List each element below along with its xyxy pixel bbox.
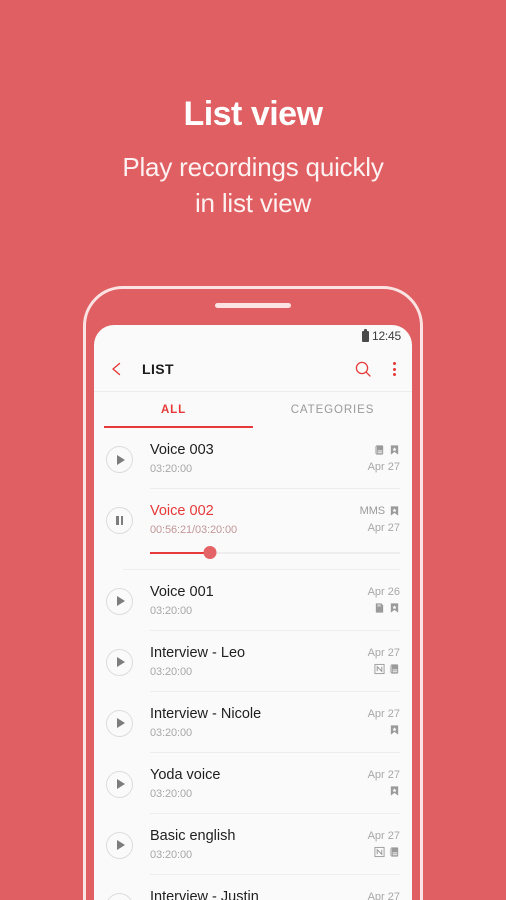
recording-badges: MMS [360, 505, 400, 517]
memo-icon [389, 847, 399, 857]
bookmark-icon [390, 603, 399, 613]
promo-screenshot: List view Play recordings quickly in lis… [0, 0, 506, 900]
play-icon[interactable] [106, 587, 133, 615]
status-bar-clock: 12:45 [371, 329, 401, 343]
promo-subtitle-line-1: Play recordings quickly [122, 152, 384, 183]
status-bar: 12:45 [94, 325, 412, 347]
table-row[interactable]: Yoda voice 03:20:00 Apr 27 [94, 753, 412, 814]
play-icon[interactable] [106, 648, 133, 676]
bookmark-icon [390, 786, 399, 796]
table-row[interactable]: Interview - Nicole 03:20:00 Apr 27 [94, 692, 412, 753]
memo-icon [389, 664, 399, 674]
app-bar: LIST [94, 347, 412, 391]
recording-title: Voice 003 [150, 442, 214, 458]
recording-badges [374, 444, 400, 456]
phone-screen: 12:45 LIST ALL CATEGORIES Voice 003 03:2… [94, 325, 412, 900]
table-row[interactable]: Voice 002 00:56:21/03:20:00 MMS Apr 27 [94, 489, 412, 549]
search-icon[interactable] [354, 360, 373, 379]
promo-title: List view [183, 95, 323, 133]
bookmark-icon [390, 506, 399, 516]
recording-badges [389, 724, 400, 736]
recording-badges [374, 846, 400, 858]
recording-badges [374, 602, 400, 614]
recording-title: Voice 001 [150, 583, 214, 600]
table-row[interactable]: Interview - Leo 03:20:00 Apr 27 [94, 631, 412, 692]
recording-title: Interview - Justin [150, 888, 259, 900]
play-icon[interactable] [106, 770, 133, 798]
promo-subtitle-line-2: in list view [194, 187, 312, 218]
progress-fill [150, 551, 210, 554]
recording-duration: 03:20:00 [150, 787, 193, 800]
recording-date: Apr 27 [367, 890, 400, 900]
recording-duration: 03:20:00 [150, 462, 193, 475]
recording-date: Apr 27 [367, 829, 400, 842]
recording-duration: 03:20:00 [150, 604, 193, 617]
recording-title: Interview - Nicole [150, 705, 262, 722]
tab-all[interactable]: ALL [94, 392, 253, 428]
recording-duration: 03:20:00 [150, 665, 193, 678]
recording-date: Apr 27 [367, 768, 400, 781]
recording-title: Voice 002 [150, 502, 214, 519]
table-row[interactable]: Voice 001 03:20:00 Apr 26 [94, 570, 412, 631]
recording-duration: 03:20:00 [150, 848, 193, 861]
recording-date: Apr 27 [367, 646, 400, 659]
recording-date: Apr 26 [367, 585, 400, 598]
promo-subtitle: Play recordings quickly in list view [0, 150, 506, 221]
battery-icon [361, 328, 369, 342]
recording-title: Interview - Leo [150, 644, 246, 661]
recording-date: Apr 27 [367, 707, 400, 720]
bookmark-icon [390, 445, 399, 455]
recording-position: 00:56:21/03:20:00 [150, 523, 237, 536]
recording-title: Basic english [150, 827, 236, 844]
play-icon[interactable] [106, 709, 133, 737]
app-bar-actions [354, 360, 402, 379]
play-icon[interactable] [106, 446, 133, 473]
recording-badges [389, 785, 400, 797]
pause-icon[interactable] [106, 506, 133, 534]
recording-date: Apr 27 [367, 461, 400, 473]
recording-title: Yoda voice [150, 766, 221, 783]
memo-icon [374, 445, 384, 455]
table-row[interactable]: Basic english 03:20:00 Apr 27 [94, 814, 412, 875]
tab-bar: ALL CATEGORIES [94, 391, 412, 428]
more-options-icon[interactable] [386, 360, 402, 379]
page-title: LIST [142, 361, 174, 377]
promo-text-block: List view Play recordings quickly in lis… [0, 95, 506, 221]
progress-thumb[interactable] [203, 546, 217, 560]
recording-badges [374, 663, 400, 675]
nfc-tag-icon [374, 663, 385, 674]
bookmark-icon [390, 725, 399, 735]
play-icon[interactable] [106, 831, 133, 859]
table-row[interactable]: Interview - Justin Apr 27 [94, 875, 412, 900]
sdcard-icon [375, 603, 384, 613]
recording-duration: 03:20:00 [150, 726, 193, 739]
table-row[interactable]: Voice 003 03:20:00 Apr 27 [94, 428, 412, 489]
back-chevron-icon[interactable] [108, 360, 126, 378]
play-icon[interactable] [106, 892, 133, 900]
nfc-tag-icon [374, 846, 385, 857]
recording-list: Voice 003 03:20:00 Apr 27 Voice 002 00:5… [94, 428, 412, 900]
mms-label: MMS [359, 504, 385, 517]
phone-earpiece-speaker [215, 303, 291, 308]
tab-categories[interactable]: CATEGORIES [253, 392, 412, 428]
phone-frame: 12:45 LIST ALL CATEGORIES Voice 003 03:2… [83, 286, 423, 900]
recording-date: Apr 27 [367, 521, 400, 534]
